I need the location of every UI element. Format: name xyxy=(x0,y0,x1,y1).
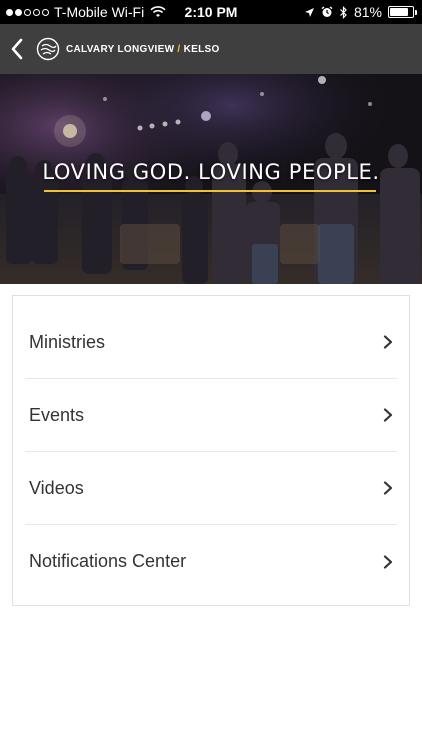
menu-item-label: Videos xyxy=(29,477,84,498)
church-name: CALVARY LONGVIEW xyxy=(66,43,175,55)
chevron-right-icon xyxy=(383,481,393,495)
menu-item-label: Ministries xyxy=(29,331,106,352)
back-button[interactable] xyxy=(0,24,34,74)
alarm-icon xyxy=(321,6,333,17)
battery-icon xyxy=(388,6,417,18)
battery-percent: 81% xyxy=(353,4,382,20)
menu-item-label: Notifications Center xyxy=(29,551,187,571)
title-separator: / xyxy=(177,43,181,55)
battery-level xyxy=(390,8,408,16)
menu-item-ministries[interactable]: Ministries xyxy=(25,306,397,379)
bluetooth-icon xyxy=(340,5,347,19)
nav-bar: CALVARY LONGVIEW / KELSO xyxy=(0,24,422,74)
location-icon xyxy=(304,7,314,17)
hero-tagline: LOVING GOD. LOVING PEOPLE. xyxy=(42,160,380,184)
calvary-logo-icon xyxy=(36,37,60,61)
menu-item-notifications-center[interactable]: Notifications Center xyxy=(25,525,397,598)
hero-banner: LOVING GOD. LOVING PEOPLE. xyxy=(0,74,422,284)
campus-name: KELSO xyxy=(183,43,220,55)
menu-item-events[interactable]: Events xyxy=(25,379,397,452)
chevron-right-icon xyxy=(383,554,393,569)
chevron-right-icon xyxy=(383,335,393,349)
menu-card: Ministries Events Videos Notifications C… xyxy=(12,295,410,606)
tagline-underline xyxy=(44,190,376,192)
status-bar: T-Mobile Wi-Fi 2:10 PM 81% xyxy=(0,0,422,24)
menu-item-videos[interactable]: Videos xyxy=(25,452,397,525)
chevron-left-icon xyxy=(11,38,23,60)
menu-item-label: Events xyxy=(29,404,85,425)
status-right: 81% xyxy=(304,4,417,20)
nav-title: CALVARY LONGVIEW / KELSO xyxy=(66,44,220,55)
chevron-right-icon xyxy=(383,408,393,422)
